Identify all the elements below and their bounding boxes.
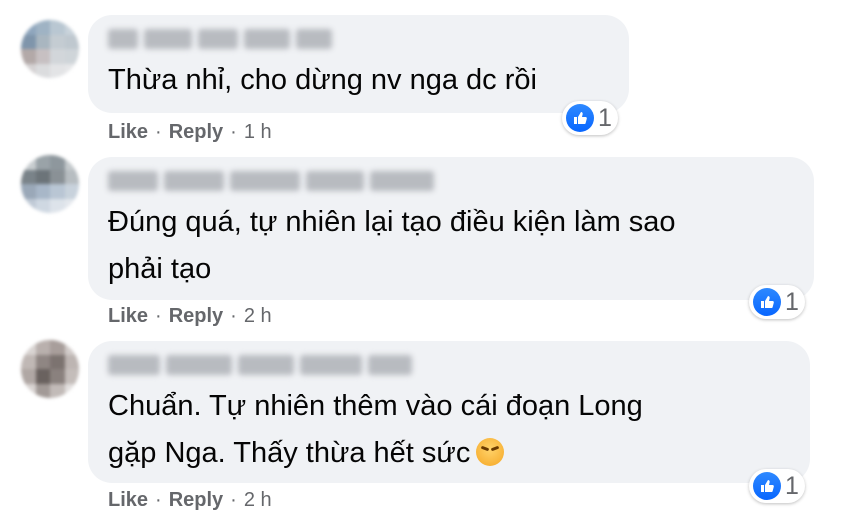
reaction-count-badge[interactable]: 1: [749, 285, 805, 319]
like-button[interactable]: Like: [108, 121, 148, 144]
comment-bubble: Đúng quá, tự nhiên lại tạo điều kiện làm…: [88, 157, 814, 300]
comment-bubble: Chuẩn. Tự nhiên thêm vào cái đoạn Long g…: [88, 341, 810, 483]
timestamp[interactable]: 2 h: [244, 489, 272, 512]
reaction-count-badge[interactable]: 1: [749, 469, 805, 503]
reply-button[interactable]: Reply: [169, 121, 223, 144]
separator: ·: [155, 305, 162, 327]
separator: ·: [230, 121, 237, 143]
reaction-count: 1: [785, 287, 799, 316]
comment-bubble: Thừa nhỉ, cho dừng nv nga dc rồi: [88, 15, 629, 113]
like-thumb-icon: [753, 288, 781, 316]
comment-text: Thừa nhỉ, cho dừng nv nga dc rồi: [108, 64, 537, 96]
reply-button[interactable]: Reply: [169, 305, 223, 328]
comment-actions: Like · Reply · 1 h: [108, 121, 272, 144]
separator: ·: [155, 489, 162, 511]
like-button[interactable]: Like: [108, 305, 148, 328]
comment-text: Đúng quá, tự nhiên lại tạo điều kiện làm…: [108, 206, 676, 285]
like-thumb-icon: [566, 104, 594, 132]
separator: ·: [230, 305, 237, 327]
avatar[interactable]: [21, 340, 79, 398]
commenter-name-blurred[interactable]: [108, 27, 332, 51]
separator: ·: [155, 121, 162, 143]
timestamp[interactable]: 1 h: [244, 121, 272, 144]
reaction-count-badge[interactable]: 1: [562, 101, 618, 135]
persevering-face-icon: [476, 438, 505, 466]
reaction-count: 1: [598, 103, 612, 132]
comment-actions: Like · Reply · 2 h: [108, 489, 272, 512]
reaction-count: 1: [785, 471, 799, 500]
like-button[interactable]: Like: [108, 489, 148, 512]
timestamp[interactable]: 2 h: [244, 305, 272, 328]
commenter-name-blurred[interactable]: [108, 169, 434, 193]
comment-text: Chuẩn. Tự nhiên thêm vào cái đoạn Long g…: [108, 390, 643, 469]
commenter-name-blurred[interactable]: [108, 353, 412, 377]
separator: ·: [230, 489, 237, 511]
avatar[interactable]: [21, 20, 79, 78]
comment-actions: Like · Reply · 2 h: [108, 305, 272, 328]
reply-button[interactable]: Reply: [169, 489, 223, 512]
like-thumb-icon: [753, 472, 781, 500]
avatar[interactable]: [21, 155, 79, 213]
